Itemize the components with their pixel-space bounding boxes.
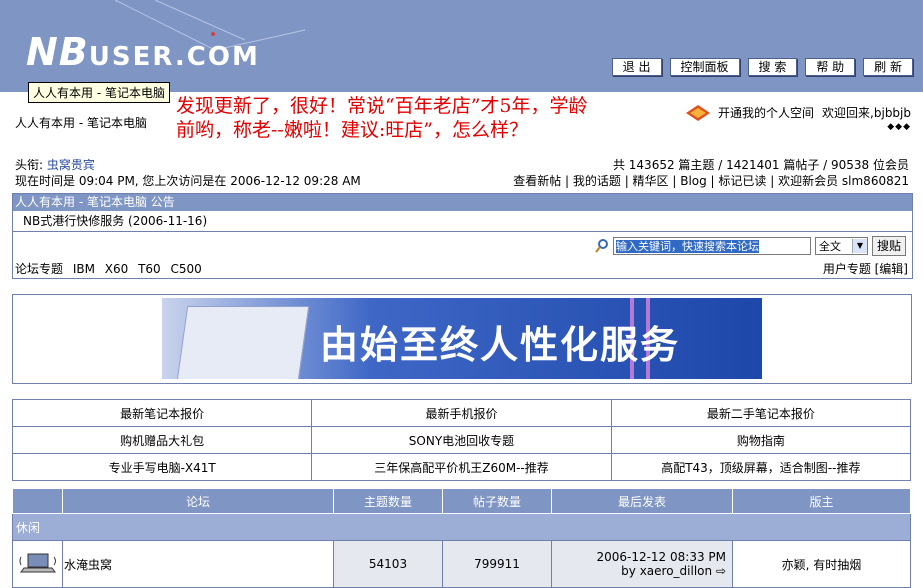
quick-link[interactable]: 高配T43，顶级屏幕，适合制图--推荐 <box>610 453 912 481</box>
user-area: 开通我的个人空间 欢迎回来,bjbbjb <box>686 104 911 121</box>
last-post: 2006-12-12 08:33 PM by xaero_dillon ⇨ <box>551 540 733 588</box>
forum-table: 论坛 主题数量 帖子数量 最后发表 版主 休闲 水淹虫窝 54103 79991… <box>12 488 911 588</box>
forum-name[interactable]: 水淹虫窝 <box>62 540 334 588</box>
last-post-author[interactable]: by xaero_dillon <box>621 564 712 578</box>
quick-link[interactable]: 专业手写电脑-X41T <box>11 453 313 481</box>
banner-text: 由始至终人性化服务 <box>320 323 681 367</box>
quick-link[interactable]: 最新笔记本报价 <box>11 399 313 427</box>
header-banner: NBUSER.COM 退 出 控制面板 搜 索 帮 助 刷 新 <box>0 0 923 92</box>
personal-space-icon <box>686 104 711 121</box>
menu-arrows-icon[interactable]: ◆◆◆ <box>887 122 911 132</box>
header-moderators: 版主 <box>732 488 911 514</box>
search-input[interactable]: 输入关键词，快速搜索本论坛 <box>612 237 811 255</box>
announcement-text: 发现更新了，很好！常说“百年老店”才5年，学龄前哟，称老--嫩啦！建议:旺店”，… <box>176 95 588 141</box>
control-panel-button[interactable]: 控制面板 <box>669 58 740 76</box>
moderators[interactable]: 亦颖, 有时抽烟 <box>732 540 911 588</box>
search-scope-select[interactable]: 全文 ▼ <box>814 237 868 255</box>
laptop-icon <box>19 553 56 572</box>
header-forum: 论坛 <box>62 488 334 514</box>
post-count: 799911 <box>442 540 552 588</box>
last-post-time[interactable]: 2006-12-12 08:33 PM <box>553 550 726 564</box>
search-button[interactable]: 搜 索 <box>747 58 798 76</box>
quick-link[interactable]: 最新手机报价 <box>311 399 612 427</box>
quick-link[interactable]: 购机赠品大礼包 <box>11 426 313 454</box>
table-row: 水淹虫窝 54103 799911 2006-12-12 08:33 PM by… <box>12 540 911 588</box>
header-icon-col <box>12 488 63 514</box>
top-toolbar: 退 出 控制面板 搜 索 帮 助 刷 新 <box>611 58 913 76</box>
search-icon <box>595 239 608 253</box>
topic-count: 54103 <box>333 540 443 588</box>
goto-last-post-icon[interactable]: ⇨ <box>716 564 726 578</box>
ad-banner[interactable]: 由始至终人性化服务 <box>162 298 762 379</box>
ad-banner-box: 由始至终人性化服务 <box>12 294 912 384</box>
topic-links[interactable]: IBM X60 T60 C500 <box>73 262 202 276</box>
notice-panel: 人人有本用 - 笔记本电脑 公告 NB式港行快修服务 (2006-11-16) … <box>12 193 913 279</box>
welcome-text: 欢迎回来,bjbbjb <box>822 106 911 120</box>
site-name[interactable]: 人人有本用 - 笔记本电脑 <box>15 114 147 131</box>
tooltip: 人人有本用 - 笔记本电脑 <box>28 82 170 103</box>
user-topic-link[interactable]: 用户专题 [编辑] <box>823 260 908 277</box>
quick-link[interactable]: 最新二手笔记本报价 <box>610 399 912 427</box>
user-headline: 头衔: 虫窝贵宾 <box>15 158 95 172</box>
logout-button[interactable]: 退 出 <box>611 58 662 76</box>
notice-item[interactable]: NB式港行快修服务 (2006-11-16) <box>13 211 912 232</box>
header-posts: 帖子数量 <box>442 488 552 514</box>
notice-title: 人人有本用 - 笔记本电脑 公告 <box>13 194 912 211</box>
quick-link[interactable]: 购物指南 <box>610 426 912 454</box>
search-submit-button[interactable]: 搜贴 <box>871 236 906 256</box>
screenshot-graphic <box>176 306 310 379</box>
forum-icon-cell <box>12 540 63 588</box>
site-logo[interactable]: NBUSER.COM <box>26 30 260 74</box>
search-row: 输入关键词，快速搜索本论坛 全文 ▼ 搜贴 <box>595 236 906 256</box>
refresh-button[interactable]: 刷 新 <box>863 58 913 76</box>
header-last-post: 最后发表 <box>551 488 733 514</box>
quick-link[interactable]: 三年保高配平价机王Z60M--推荐 <box>311 453 612 481</box>
forum-topics: 论坛专题 IBM X60 T60 C500 <box>15 262 202 276</box>
chevron-down-icon: ▼ <box>851 239 867 253</box>
headline-value[interactable]: 虫窝贵宾 <box>47 158 95 172</box>
quick-link[interactable]: SONY电池回收专题 <box>311 426 612 454</box>
category-label[interactable]: 休闲 <box>12 513 911 541</box>
header-topics: 主题数量 <box>333 488 443 514</box>
help-button[interactable]: 帮 助 <box>805 58 856 76</box>
quick-links: 最新笔记本报价 最新手机报价 最新二手笔记本报价 购机赠品大礼包 SONY电池回… <box>11 399 912 481</box>
personal-space-link[interactable]: 开通我的个人空间 <box>718 104 814 121</box>
user-links[interactable]: 查看新帖 | 我的话题 | 精华区 | Blog | 标记已读 | 欢迎新会员 … <box>513 172 909 189</box>
time-info: 现在时间是 09:04 PM, 您上次访问是在 2006-12-12 09:28… <box>15 174 361 188</box>
forum-stats: 共 143652 篇主题 / 1421401 篇帖子 / 90538 位会员 <box>612 158 909 172</box>
